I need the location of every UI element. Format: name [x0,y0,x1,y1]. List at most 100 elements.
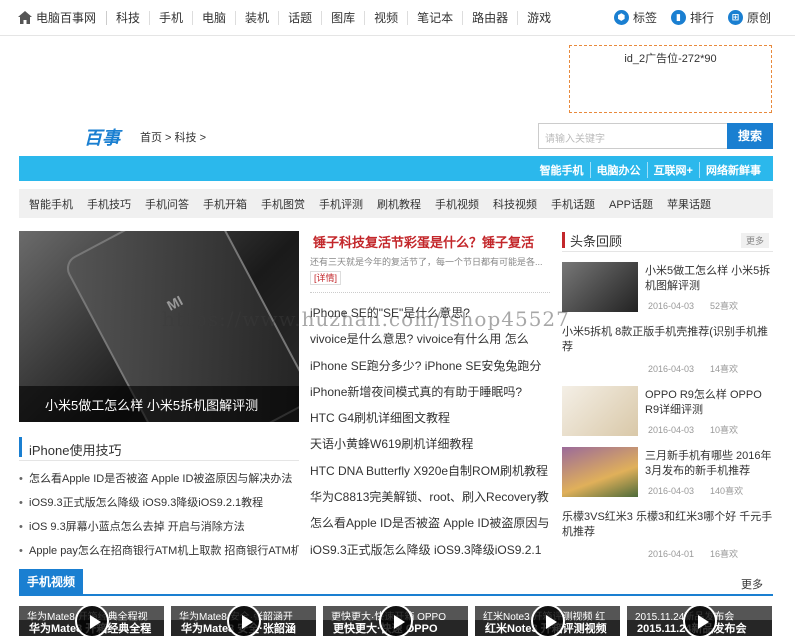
ranking-link[interactable]: ▮ 排行 [670,9,714,26]
review-title[interactable]: 乐檬3VS红米3 乐檬3和红米3哪个好 千元手机推荐 [562,510,773,540]
list-item[interactable]: iPhone新增夜间模式真的有助于睡眠吗? [310,379,550,405]
channel-link-smartphone[interactable]: 智能手机 [534,162,590,178]
video-item[interactable]: 红米Note3 开箱评测视频 红 红米Note3 开箱评测视频 [475,606,620,636]
nav-item-phone[interactable]: 手机 [149,11,192,25]
list-item[interactable]: 天语小黄蜂W619刷机详细教程 [310,431,550,457]
breadcrumb[interactable]: 首页 > 科技 > [140,129,206,145]
phone-video-section: 手机视频 更多 [19,569,773,596]
list-item[interactable]: vivoice是什么意思? vivoice有什么用 怎么 [310,326,550,352]
section-title[interactable]: 手机视频 [19,569,83,596]
iphone-tips-title[interactable]: iPhone使用技巧 [19,433,299,461]
review-title[interactable]: 三月新手机有哪些 2016年3月发布的新手机推荐 [645,449,773,479]
review-likes: 52喜欢 [710,301,739,311]
category-item[interactable]: 手机技巧 [87,196,131,212]
nav-item-game[interactable]: 游戏 [517,11,560,25]
review-likes: 140喜欢 [710,486,744,496]
category-item[interactable]: 手机问答 [145,196,189,212]
list-item[interactable]: Apple pay怎么在招商银行ATM机上取款 招商银行ATM机 [19,539,299,563]
channel-link-office[interactable]: 电脑办公 [589,162,647,178]
category-item[interactable]: 苹果话题 [667,196,711,212]
play-icon[interactable] [531,606,565,636]
review-title[interactable]: OPPO R9怎么样 OPPO R9详细评测 [645,388,773,418]
channel-link-fresh[interactable]: 网络新鲜事 [699,162,767,178]
play-icon[interactable] [75,606,109,636]
category-item[interactable]: 手机图赏 [261,196,305,212]
headline-review-label: 头条回顾 [570,234,623,249]
search-input[interactable]: 请输入关键字 [538,123,727,149]
list-item[interactable]: HTC G4刷机详细图文教程 [310,405,550,431]
logo[interactable]: 百事 [84,124,120,150]
list-item[interactable]: iPhone SE跑分多少? iPhone SE安兔兔跑分 [310,353,550,379]
video-item[interactable]: 华为Mate8 安全·张韶涵开 华为Mate8 安全·张韶涵 [171,606,316,636]
nav-item-build[interactable]: 装机 [235,11,278,25]
review-item[interactable]: 小米5做工怎么样 小米5拆机图解评测 2016-04-03 52喜欢 [562,262,773,314]
list-item[interactable]: 怎么看Apple ID是否被盗 Apple ID被盗原因与解决办法 [19,467,299,491]
headline-more-link[interactable]: [详情] [310,271,342,285]
video-item[interactable]: 更快更大·快速开箱 OPPO 更快更大·快速 OPPO [323,606,468,636]
review-meta: 2016-04-03 52喜欢 [648,299,738,312]
review-thumbnail[interactable] [562,386,638,436]
search-button[interactable]: 搜索 [727,123,773,149]
review-item[interactable]: OPPO R9怎么样 OPPO R9详细评测 2016-04-03 10喜欢 [562,386,773,438]
tags-link[interactable]: ⬢ 标签 [613,9,657,26]
category-item[interactable]: 手机评测 [319,196,363,212]
review-date: 2016-04-03 [648,364,695,374]
list-item[interactable]: iOS9.3正式版怎么降级 iOS9.3降级iOS9.2.1教程 [19,491,299,515]
ranking-label: 排行 [689,11,714,25]
nav-item-topic[interactable]: 话题 [278,11,321,25]
category-item[interactable]: APP话题 [609,196,653,212]
nav-item-laptop[interactable]: 笔记本 [407,11,462,25]
home-link[interactable]: 电脑百事网 [18,9,96,26]
category-item[interactable]: 手机视频 [435,196,479,212]
more-button[interactable]: 更多 [740,233,769,248]
nav-item-tech[interactable]: 科技 [106,11,149,25]
category-item[interactable]: 智能手机 [29,196,73,212]
channel-link-internet[interactable]: 互联网+ [646,162,699,178]
more-link[interactable]: 更多 [741,576,763,592]
review-item[interactable]: 乐檬3VS红米3 乐檬3和红米3哪个好 千元手机推荐 2016-04-01 16喜… [562,510,773,562]
category-item[interactable]: 手机话题 [551,196,595,212]
top-right-links: ⬢ 标签 ▮ 排行 ⊞ 原创 [613,9,771,26]
review-title[interactable]: 小米5拆机 8款正版手机壳推荐(识别手机推荐 [562,325,773,355]
bar-chart-icon: ▮ [670,10,686,25]
hero-slide[interactable]: MI 小米5做工怎么样 小米5拆机图解评测 [19,231,299,422]
nav-item-router[interactable]: 路由器 [462,11,517,25]
list-item[interactable]: 怎么看Apple ID是否被盗 Apple ID被盗原因与 [310,510,550,536]
article-list: iPhone SE的"SE"是什么意思? vivoice是什么意思? vivoi… [310,300,550,563]
list-item[interactable]: iOS 9.3屏幕小蓝点怎么去掉 开启与消除方法 [19,515,299,539]
review-meta: 2016-04-03 10喜欢 [648,423,738,436]
category-item[interactable]: 科技视频 [493,196,537,212]
review-item[interactable]: 小米5拆机 8款正版手机壳推荐(识别手机推荐 2016-04-03 14喜欢 [562,325,773,375]
category-item[interactable]: 刷机教程 [377,196,421,212]
category-item[interactable]: 手机开箱 [203,196,247,212]
original-label: 原创 [746,11,771,25]
headline-review: 头条回顾 更多 [562,228,773,252]
review-meta: 2016-04-03 140喜欢 [648,484,743,497]
video-item[interactable]: 2015.11.24新品发布会 2015.11.24新品发布会 [627,606,772,636]
headline-review-title: 头条回顾 更多 [562,228,773,252]
headline-title[interactable]: 锤子科技复活节彩蛋是什么？锤子复活 [313,232,534,251]
nav-item-gallery[interactable]: 图库 [321,11,364,25]
list-item[interactable]: 华为C8813完美解锁、root、刷入Recovery教 [310,484,550,510]
iphone-tips-list: 怎么看Apple ID是否被盗 Apple ID被盗原因与解决办法 iOS9.3… [19,467,299,563]
play-icon[interactable] [683,606,717,636]
video-list: 华为Mate8 开箱经典全程视 华为Mate8 开箱经典全程 华为Mate8 安… [19,606,773,636]
original-link[interactable]: ⊞ 原创 [727,9,771,26]
review-title[interactable]: 小米5做工怎么样 小米5拆机图解评测 [645,264,773,294]
play-icon[interactable] [227,606,261,636]
review-thumbnail[interactable] [562,262,638,312]
video-item[interactable]: 华为Mate8 开箱经典全程视 华为Mate8 开箱经典全程 [19,606,164,636]
nav-item-video[interactable]: 视频 [364,11,407,25]
ad-placeholder[interactable]: id_2广告位-272*90 [569,45,772,113]
list-item[interactable]: HTC DNA Butterfly X920e自制ROM刷机教程 [310,458,550,484]
review-date: 2016-04-03 [648,425,695,435]
play-icon[interactable] [379,606,413,636]
review-item[interactable]: 三月新手机有哪些 2016年3月发布的新手机推荐 2016-04-03 140喜欢 [562,447,773,499]
review-thumbnail[interactable] [562,447,638,497]
hero-caption[interactable]: 小米5做工怎么样 小米5拆机图解评测 [19,386,299,422]
list-item[interactable]: iOS9.3正式版怎么降级 iOS9.3降级iOS9.2.1 [310,537,550,563]
windows-icon: ⊞ [727,10,743,25]
channel-bar: 智能手机 电脑办公 互联网+ 网络新鲜事 [19,156,773,181]
list-item[interactable]: iPhone SE的"SE"是什么意思? [310,300,550,326]
nav-item-pc[interactable]: 电脑 [192,11,235,25]
